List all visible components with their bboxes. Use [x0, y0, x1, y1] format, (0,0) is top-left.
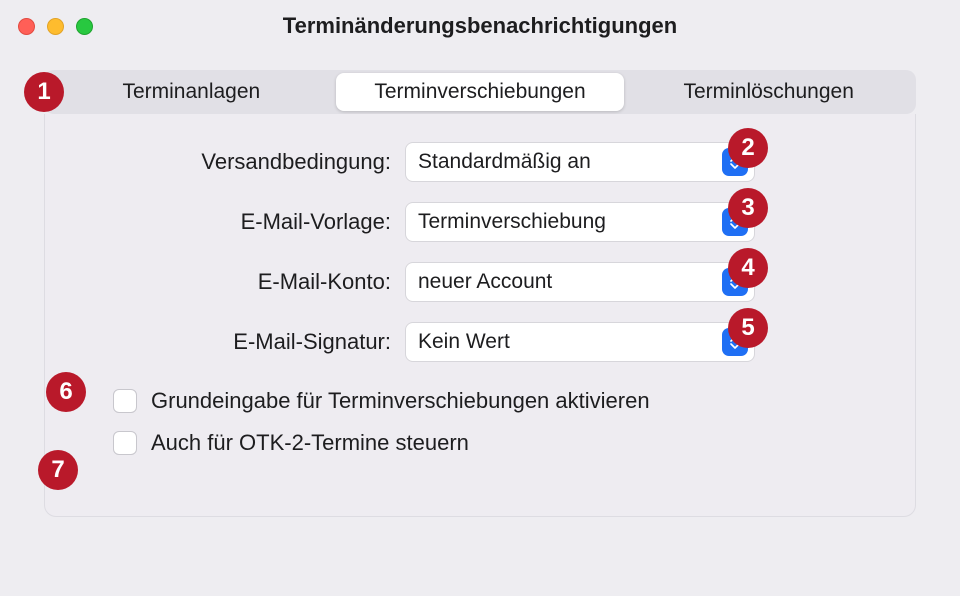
- checkbox-otk2[interactable]: [113, 431, 137, 455]
- row-check-otk2: Auch für OTK-2-Termine steuern: [113, 430, 885, 456]
- checkbox-label: Auch für OTK-2-Termine steuern: [151, 430, 469, 456]
- select-email-signatur[interactable]: Kein Wert: [405, 322, 755, 362]
- select-value: Standardmäßig an: [418, 150, 591, 174]
- select-value: Kein Wert: [418, 330, 510, 354]
- select-value: Terminverschiebung: [418, 210, 606, 234]
- label-email-konto: E-Mail-Konto:: [75, 269, 405, 295]
- annotation-badge-2: 2: [728, 128, 768, 168]
- select-value: neuer Account: [418, 270, 552, 294]
- select-versandbedingung[interactable]: Standardmäßig an: [405, 142, 755, 182]
- label-email-vorlage: E-Mail-Vorlage:: [75, 209, 405, 235]
- annotation-badge-5: 5: [728, 308, 768, 348]
- window-title: Terminänderungsbenachrichtigungen: [0, 13, 960, 39]
- label-email-signatur: E-Mail-Signatur:: [75, 329, 405, 355]
- annotation-badge-6: 6: [46, 372, 86, 412]
- select-email-konto[interactable]: neuer Account: [405, 262, 755, 302]
- tab-terminanlagen[interactable]: Terminanlagen: [47, 73, 336, 111]
- tab-terminloeschungen[interactable]: Terminlöschungen: [624, 73, 913, 111]
- checkbox-grundeingabe[interactable]: [113, 389, 137, 413]
- tab-terminverschiebungen[interactable]: Terminverschiebungen: [336, 73, 625, 111]
- select-email-vorlage[interactable]: Terminverschiebung: [405, 202, 755, 242]
- annotation-badge-1: 1: [24, 72, 64, 112]
- tab-bar: Terminanlagen Terminverschiebungen Termi…: [44, 70, 916, 114]
- label-versandbedingung: Versandbedingung:: [75, 149, 405, 175]
- annotation-badge-3: 3: [728, 188, 768, 228]
- annotation-badge-4: 4: [728, 248, 768, 288]
- row-check-grundeingabe: Grundeingabe für Terminverschiebungen ak…: [113, 388, 885, 414]
- titlebar: Terminänderungsbenachrichtigungen: [0, 0, 960, 52]
- settings-panel: Versandbedingung: Standardmäßig an E-Mai…: [44, 114, 916, 517]
- annotation-badge-7: 7: [38, 450, 78, 490]
- checkbox-label: Grundeingabe für Terminverschiebungen ak…: [151, 388, 650, 414]
